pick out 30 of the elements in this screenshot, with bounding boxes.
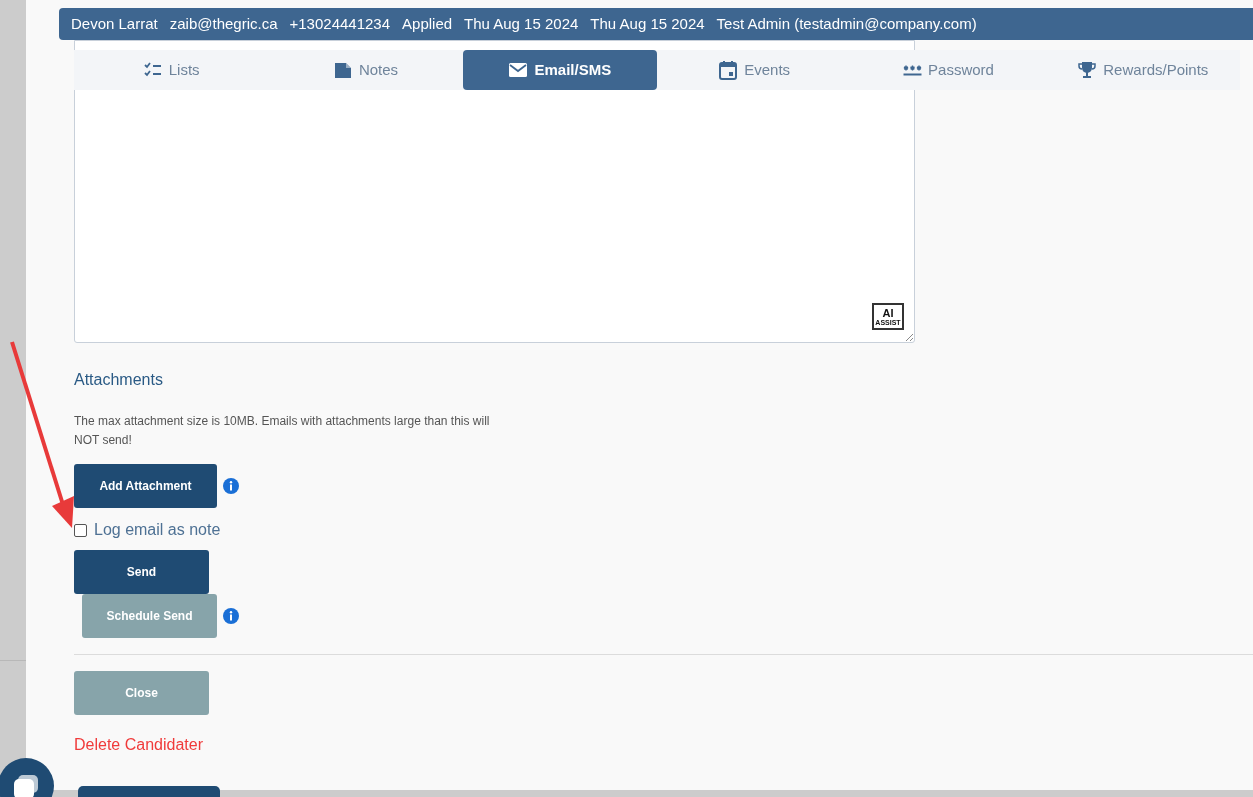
trophy-icon — [1077, 60, 1098, 80]
close-button[interactable]: Close — [74, 671, 209, 715]
delete-candidate-link[interactable]: Delete Candidater — [74, 733, 203, 757]
header-field: zaib@thegric.ca — [169, 12, 278, 36]
log-note-label: Log email as note — [94, 520, 221, 540]
tab[interactable]: Notes — [268, 50, 463, 90]
header-field: Thu Aug 15 2024 — [590, 12, 705, 36]
ai-label: AI — [882, 307, 894, 319]
schedule-send-button[interactable]: Schedule Send — [82, 594, 217, 638]
send-button[interactable]: Send — [74, 550, 209, 594]
tab[interactable]: Events — [657, 50, 852, 90]
tab[interactable]: Lists — [74, 50, 269, 90]
calendar-icon — [718, 60, 739, 80]
resize-handle-icon[interactable] — [905, 333, 913, 341]
envelope-icon — [508, 60, 529, 80]
chat-bubble-icon — [12, 773, 40, 797]
info-icon[interactable] — [223, 478, 239, 494]
tab[interactable]: Email/SMS — [462, 50, 657, 90]
header-field: Applied — [402, 12, 453, 36]
note-icon — [332, 60, 353, 80]
add-attachment-button[interactable]: Add Attachment — [74, 464, 217, 508]
header-field: Thu Aug 15 2024 — [464, 12, 579, 36]
attachment-size-note: The max attachment size is 10MB. Emails with attachments large than this will NOT send! — [74, 413, 491, 449]
header-field: Devon Larrat — [71, 12, 158, 36]
tab[interactable]: Rewards/Points — [1045, 50, 1240, 90]
info-icon[interactable] — [223, 608, 239, 624]
attachments-heading: Attachments — [74, 370, 164, 390]
password-icon — [903, 64, 923, 76]
header-field: +13024441234 — [289, 12, 391, 36]
header-field: Test Admin (testadmin@company.com) — [716, 12, 977, 36]
